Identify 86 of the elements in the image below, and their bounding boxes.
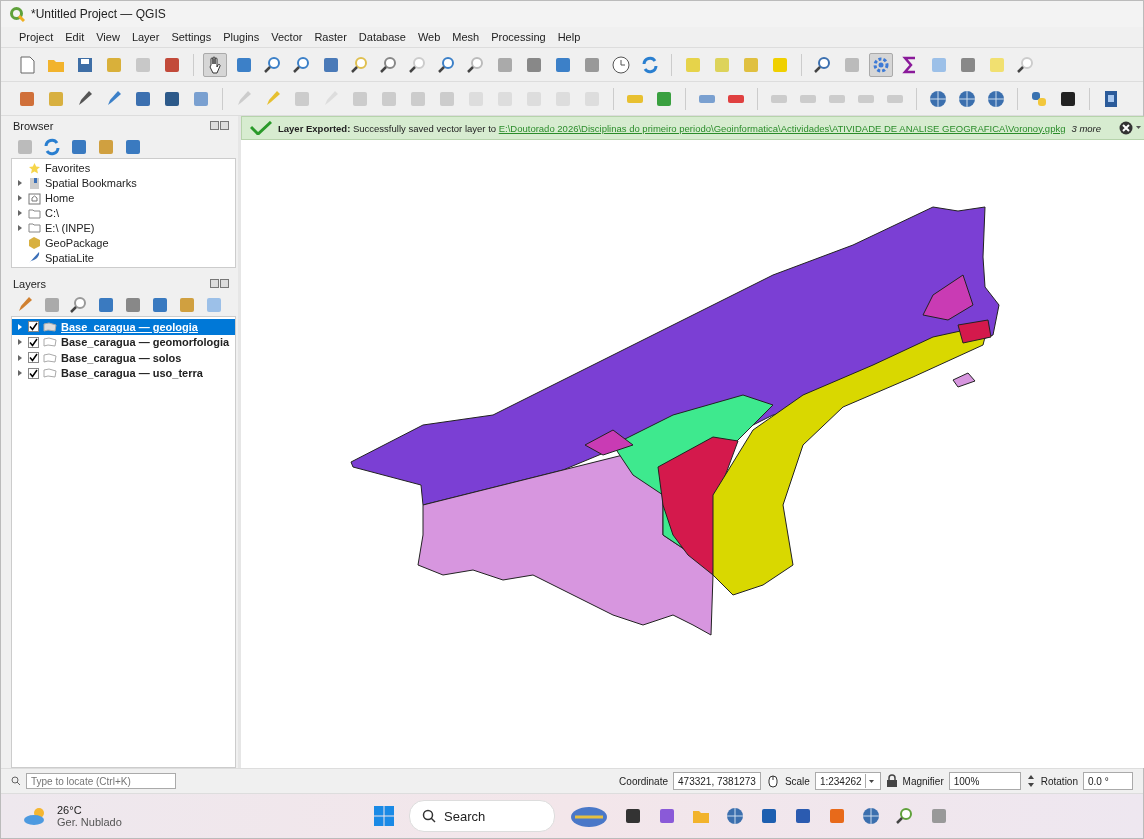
zoom-next-icon bbox=[466, 54, 486, 75]
search-icon bbox=[11, 776, 21, 786]
message-text: Layer Exported: Successfully saved vector layer to E:\Doutorado 2026\Disciplinas do primeiro periodo\Geoinformatica\Actividades\ATIVIDADE DE ANALISE GEOGRAFICA\Voronoy.gpkg bbox=[278, 122, 1066, 134]
menu-item[interactable]: Raster bbox=[314, 31, 347, 43]
map-layer-row[interactable]: Base_caragua — geologia bbox=[12, 319, 235, 335]
star-icon bbox=[28, 161, 41, 175]
folder-icon bbox=[28, 206, 41, 220]
spinner-arrows-icon[interactable] bbox=[1025, 773, 1036, 789]
lock-icon[interactable] bbox=[885, 774, 898, 788]
panel-title: Layers bbox=[13, 278, 47, 290]
zoom-in-icon bbox=[263, 54, 283, 75]
temperature-text: 26°C bbox=[57, 804, 83, 816]
locate-field[interactable]: Type to locate (Ctrl+K) bbox=[26, 773, 176, 789]
mouse-icon[interactable] bbox=[765, 774, 780, 788]
refresh-icon bbox=[640, 54, 660, 75]
dock-buttons-icon bbox=[210, 121, 230, 131]
menu-item[interactable]: View bbox=[96, 31, 120, 43]
document-icon bbox=[17, 54, 37, 75]
layer-checkbox[interactable] bbox=[28, 367, 39, 379]
more-messages[interactable]: 3 more bbox=[1071, 122, 1102, 134]
close-icon[interactable] bbox=[1119, 121, 1144, 135]
toolbar-button[interactable] bbox=[203, 52, 227, 77]
layer-checkbox[interactable] bbox=[28, 336, 39, 348]
zoom-native-icon bbox=[408, 54, 428, 75]
coordinate-field[interactable]: 473321, 7381273 bbox=[673, 772, 761, 790]
feather-icon bbox=[28, 251, 41, 265]
browser-item[interactable]: C:\ bbox=[12, 205, 235, 221]
browser-item[interactable]: Home bbox=[12, 190, 235, 206]
polygon-layer-icon bbox=[43, 337, 57, 348]
layer-checkbox[interactable] bbox=[28, 321, 39, 333]
rotation-field[interactable]: 0.0 ° bbox=[1083, 772, 1133, 790]
magnifier-field[interactable]: 100% bbox=[948, 772, 1021, 790]
panel-title: Browser bbox=[13, 120, 54, 132]
scale-field[interactable]: 1:234262 bbox=[814, 772, 881, 790]
menu-item[interactable]: Database bbox=[358, 31, 406, 43]
menu-item[interactable]: Help bbox=[557, 31, 581, 43]
coordinate-label: Coordinate bbox=[619, 775, 668, 787]
browser-item[interactable]: Favorites bbox=[12, 161, 235, 176]
polygon-layer-icon bbox=[43, 321, 57, 332]
menu-item[interactable]: Settings bbox=[171, 31, 212, 43]
menu-item[interactable]: Processing bbox=[491, 31, 546, 43]
menu-item[interactable]: Vector bbox=[271, 31, 303, 43]
clock-icon bbox=[611, 54, 631, 75]
layer-checkbox[interactable] bbox=[28, 352, 39, 364]
menu-item[interactable]: Mesh bbox=[452, 31, 480, 43]
browser-item[interactable]: GeoPackage bbox=[12, 235, 235, 251]
refresh-icon bbox=[42, 137, 62, 157]
browser-item[interactable]: SpatiaLite bbox=[12, 250, 235, 265]
expand-arrow-icon[interactable] bbox=[16, 209, 24, 217]
map-layer-row[interactable]: Base_caragua — solos bbox=[12, 350, 235, 366]
checkmark-icon bbox=[250, 121, 272, 135]
windows-start-icon[interactable] bbox=[373, 805, 395, 827]
search-icon bbox=[422, 809, 436, 823]
menu-item[interactable]: Web bbox=[417, 31, 441, 43]
expand-arrow-icon[interactable] bbox=[16, 179, 24, 188]
browser-item[interactable]: Spatial Bookmarks bbox=[12, 175, 235, 191]
dropdown-arrow-icon bbox=[864, 774, 876, 788]
map-layer-row[interactable]: Base_caragua — geomorfologia bbox=[12, 334, 235, 350]
menu-item[interactable]: Plugins bbox=[223, 31, 260, 43]
magnifier-label: Magnifier bbox=[902, 775, 944, 787]
zoom-last-icon bbox=[437, 54, 457, 75]
menu-item[interactable]: Edit bbox=[65, 31, 85, 43]
map-layer-row[interactable]: Base_caragua — uso_terra bbox=[12, 365, 235, 381]
globe-icon bbox=[928, 88, 948, 109]
polygon-layer-icon bbox=[43, 368, 57, 379]
polygon-layer-icon bbox=[43, 352, 57, 363]
inactive-search-icon bbox=[1016, 54, 1036, 75]
expand-arrow-icon[interactable] bbox=[16, 223, 24, 232]
map-canvas[interactable]: Layer Exported: Successfully saved vector layer to E:\Doutorado 2026\Disciplinas do primeiro periodo\Geoinformatica\Actividades\ATIVIDADE DE ANALISE GEOGRAFICA\Voronoy.gpkg 3 more bbox=[238, 116, 1144, 768]
app-logo-icon bbox=[9, 6, 25, 22]
window-title: *Untitled Project — QGIS bbox=[31, 7, 166, 21]
menu-item[interactable]: Project bbox=[19, 31, 54, 43]
zoom-out-icon bbox=[292, 54, 312, 75]
taskbar-search[interactable]: Search bbox=[409, 800, 555, 832]
home-icon bbox=[28, 191, 41, 205]
browser-item[interactable]: E:\ (INPE) bbox=[12, 220, 235, 236]
zoom-selection-icon bbox=[350, 54, 370, 75]
rotation-label: Rotation bbox=[1040, 775, 1078, 787]
folder-icon bbox=[28, 221, 41, 235]
menu-item[interactable]: Layer bbox=[131, 31, 160, 43]
dock-buttons-icon bbox=[210, 279, 230, 289]
zoom-layer-icon bbox=[379, 54, 399, 75]
weather-text: Ger. Nublado bbox=[57, 816, 122, 828]
scale-label: Scale bbox=[784, 775, 810, 787]
file-link[interactable]: E:\Doutorado 2026\Disciplinas do primeiro periodo\Geoinformatica\Actividades\ATIVIDADE DE ANALISE GEOGRAFICA\Voronoy.gpkg bbox=[498, 122, 1066, 134]
expand-arrow-icon[interactable] bbox=[16, 194, 24, 203]
